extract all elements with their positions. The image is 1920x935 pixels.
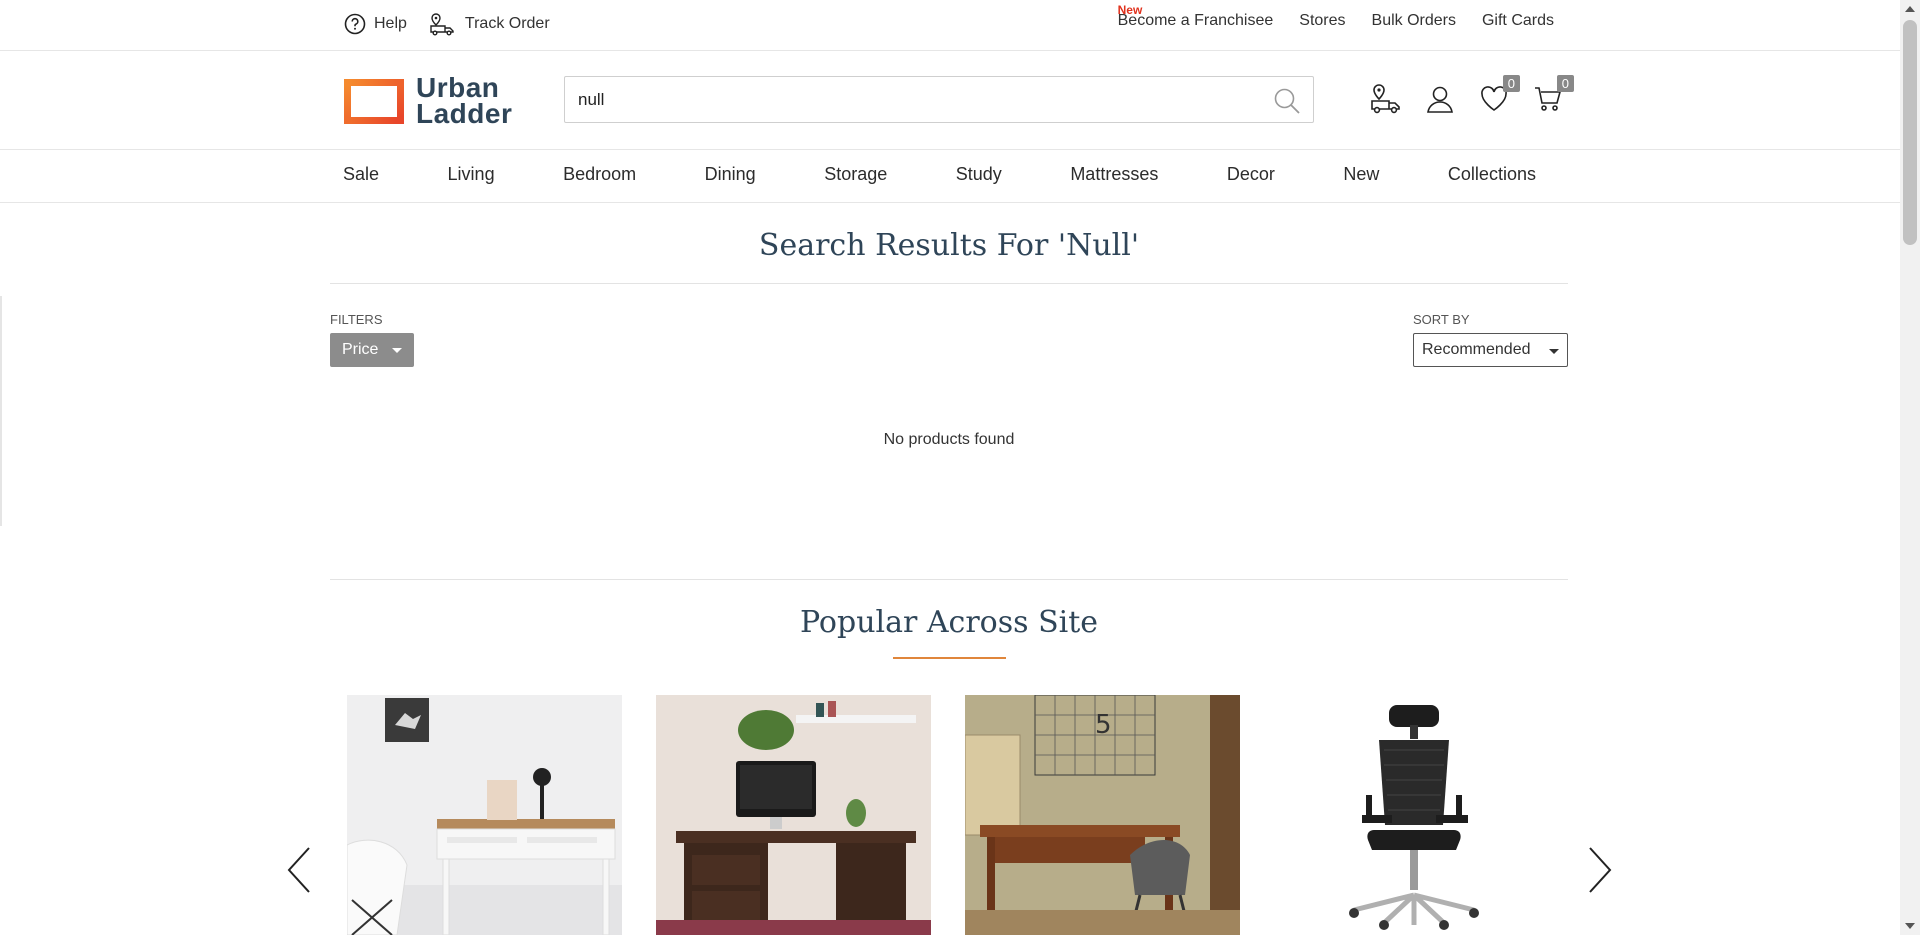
empty-results-message: No products found (883, 431, 1015, 448)
category-nav: Sale Living Bedroom Dining Storage Study… (0, 150, 1900, 203)
product-card[interactable]: 5 (965, 695, 1240, 935)
cart-button[interactable]: 0 (1532, 75, 1574, 115)
nav-item-new[interactable]: New (1343, 164, 1379, 185)
carousel-next-arrow-icon[interactable] (1586, 845, 1614, 895)
product-image: 5 (965, 695, 1240, 935)
track-order-button[interactable] (1370, 83, 1402, 115)
product-carousel: 5 (347, 695, 1549, 935)
gift-cards-link[interactable]: Gift Cards (1482, 12, 1554, 30)
track-order-label: Track Order (464, 15, 550, 32)
account-button[interactable] (1424, 83, 1456, 115)
new-tag: New (1117, 3, 1143, 17)
bulk-orders-link[interactable]: Bulk Orders (1372, 12, 1456, 30)
cart-count-badge: 0 (1556, 75, 1574, 92)
utility-bar: Help Track Order New Become a Franchisee… (0, 0, 1900, 51)
track-order-link[interactable]: Track Order (429, 12, 550, 36)
main-header: Urban Ladder 0 0 (0, 51, 1900, 150)
truck-location-icon (430, 13, 454, 36)
scroll-down-icon[interactable] (1905, 923, 1915, 929)
nav-item-study[interactable]: Study (956, 164, 1002, 185)
wishlist-button[interactable]: 0 (1478, 75, 1520, 115)
scrollbar-thumb[interactable] (1903, 20, 1917, 245)
section-title: Popular Across Site (799, 605, 1099, 640)
title-underline (893, 657, 1006, 659)
nav-item-collections[interactable]: Collections (1448, 164, 1536, 185)
chevron-down-icon (1549, 349, 1559, 354)
nav-item-dining[interactable]: Dining (705, 164, 756, 185)
truck-location-icon (1371, 84, 1400, 114)
product-card[interactable] (656, 695, 931, 935)
page-scrollbar[interactable] (1900, 0, 1920, 935)
search-input[interactable] (565, 77, 1255, 122)
search-box (564, 76, 1314, 123)
franchise-link[interactable]: New Become a Franchisee (1118, 3, 1274, 30)
search-icon[interactable] (1273, 87, 1301, 115)
wishlist-count-badge: 0 (1502, 75, 1520, 92)
logo-line2: Ladder (416, 98, 513, 129)
help-link[interactable]: Help (344, 13, 407, 35)
price-filter-button[interactable]: Price (330, 333, 414, 367)
product-image (347, 695, 622, 935)
logo-wordmark: Urban Ladder (416, 74, 513, 129)
logo-mark (344, 78, 404, 124)
site-logo[interactable]: Urban Ladder (344, 74, 513, 129)
nav-item-storage[interactable]: Storage (824, 164, 887, 185)
sort-label: SORT BY (1413, 312, 1470, 327)
sort-select[interactable]: Recommended (1413, 333, 1568, 367)
divider (330, 283, 1568, 284)
product-image (656, 695, 931, 935)
scroll-up-icon[interactable] (1905, 6, 1915, 12)
page-title: Search Results For 'Null' (758, 228, 1140, 263)
help-label: Help (374, 15, 407, 32)
nav-item-decor[interactable]: Decor (1227, 164, 1275, 185)
nav-item-sale[interactable]: Sale (343, 164, 379, 185)
chevron-down-icon (392, 347, 403, 353)
divider (330, 579, 1568, 580)
left-edge-tab (0, 296, 2, 526)
nav-item-bedroom[interactable]: Bedroom (563, 164, 636, 185)
product-image (1274, 695, 1549, 935)
sort-value: Recommended (1422, 341, 1531, 358)
stores-link[interactable]: Stores (1299, 12, 1345, 30)
nav-item-mattresses[interactable]: Mattresses (1070, 164, 1158, 185)
product-card[interactable] (347, 695, 622, 935)
filters-label: FILTERS (330, 312, 383, 327)
user-icon (1427, 86, 1453, 113)
price-filter-label: Price (342, 341, 379, 358)
carousel-prev-arrow-icon[interactable] (285, 845, 313, 895)
svg-text:5: 5 (1095, 710, 1112, 740)
help-icon (344, 13, 366, 35)
product-card[interactable] (1274, 695, 1549, 935)
nav-item-living[interactable]: Living (448, 164, 495, 185)
